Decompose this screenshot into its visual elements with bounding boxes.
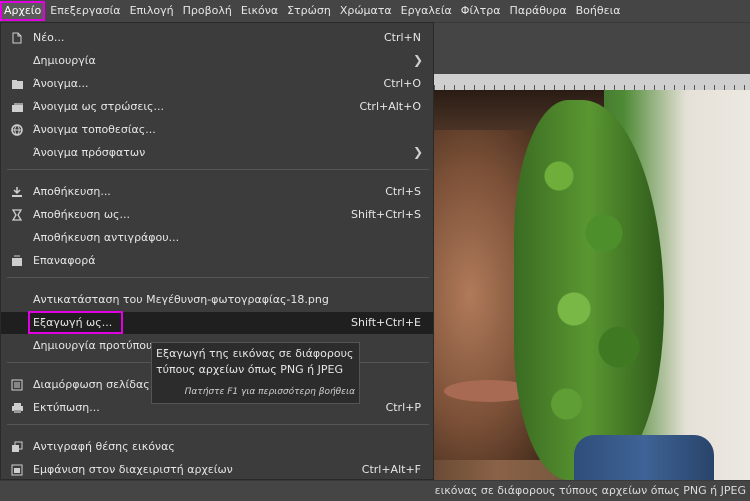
menu-item-shortcut: Ctrl+P xyxy=(385,401,421,414)
print-icon xyxy=(7,397,27,419)
menu-item-copy-location[interactable]: Αντιγραφή θέσης εικόνας xyxy=(1,436,433,458)
menu-item-label: Αποθήκευση αντιγράφου... xyxy=(33,231,180,244)
menu-windows[interactable]: Παράθυρα xyxy=(506,1,571,21)
submenu-arrow-icon: ❯ xyxy=(412,145,423,159)
horizontal-ruler[interactable] xyxy=(434,74,750,90)
file-manager-icon xyxy=(7,459,27,481)
menu-item-label: Άνοιγμα τοποθεσίας... xyxy=(33,123,156,136)
menu-item-shortcut: Shift+Ctrl+E xyxy=(351,316,421,329)
menu-item-label: Αποθήκευση ως... xyxy=(33,208,130,221)
menu-separator xyxy=(7,277,429,278)
export-tooltip: Εξαγωγή της εικόνας σε διάφορους τύπους … xyxy=(151,342,360,404)
menu-image[interactable]: Εικόνα xyxy=(237,1,282,21)
menu-item-shortcut: Ctrl+O xyxy=(383,77,421,90)
globe-icon xyxy=(7,119,27,141)
menu-separator xyxy=(7,169,429,170)
menu-item-shortcut: Shift+Ctrl+S xyxy=(351,208,421,221)
menu-item-label: Επαναφορά xyxy=(33,254,96,267)
menu-layer[interactable]: Στρώση xyxy=(283,1,335,21)
menu-item-save-copy[interactable]: Αποθήκευση αντιγράφου... xyxy=(1,227,433,249)
status-text: εικόνας σε διάφορους τύπους αρχείων όπως… xyxy=(434,484,746,497)
menu-item-overwrite[interactable]: Αντικατάσταση του Μεγέθυνση-φωτογραφίας-… xyxy=(1,289,433,311)
menu-help[interactable]: Βοήθεια xyxy=(572,1,625,21)
menu-item-label: Δημιουργία προτύπου xyxy=(33,339,153,352)
menu-item-save[interactable]: Αποθήκευση... Ctrl+S xyxy=(1,181,433,203)
copy-location-icon xyxy=(7,436,27,458)
menu-item-label: Αντικατάσταση του Μεγέθυνση-φωτογραφίας-… xyxy=(33,293,329,306)
open-icon xyxy=(7,73,27,95)
menu-item-label: Εξαγωγή ως... xyxy=(27,311,124,334)
menu-file[interactable]: Αρχείο xyxy=(0,1,46,21)
menu-item-revert[interactable]: Επαναφορά xyxy=(1,250,433,272)
page-setup-icon xyxy=(7,374,27,396)
menu-item-shortcut: Ctrl+Alt+F xyxy=(361,463,421,476)
menu-colors[interactable]: Χρώματα xyxy=(336,1,396,21)
image-canvas[interactable] xyxy=(434,90,750,482)
photo-shirt xyxy=(574,435,714,482)
save-icon xyxy=(7,181,27,203)
menu-item-show-in-file-manager[interactable]: Εμφάνιση στον διαχειριστή αρχείων Ctrl+A… xyxy=(1,459,433,481)
menu-item-label: Εκτύπωση... xyxy=(33,401,100,414)
menu-filters[interactable]: Φίλτρα xyxy=(457,1,505,21)
menu-item-shortcut: Ctrl+S xyxy=(385,185,421,198)
tooltip-help-hint: Πατήστε F1 για περισσότερη βοήθεια xyxy=(184,387,355,397)
menu-item-open-recent[interactable]: Άνοιγμα πρόσφατων ❯ xyxy=(1,142,433,164)
tooltip-line-2: τύπους αρχείων όπως PNG ή JPEG xyxy=(156,363,343,376)
open-as-layers-icon xyxy=(7,96,27,118)
menu-item-save-as[interactable]: Αποθήκευση ως... Shift+Ctrl+S xyxy=(1,204,433,226)
menu-item-label: Διαμόρφωση σελίδας... xyxy=(33,378,161,391)
file-menu-dropdown: Νέο... Ctrl+N Δημιουργία ❯ Άνοιγμα... Ct… xyxy=(0,22,434,480)
menu-item-new[interactable]: Νέο... Ctrl+N xyxy=(1,27,433,49)
menu-item-label: Άνοιγμα... xyxy=(33,77,89,90)
menu-view[interactable]: Προβολή xyxy=(179,1,236,21)
menu-item-label: Αντιγραφή θέσης εικόνας xyxy=(33,440,175,453)
photo-leaves xyxy=(514,100,664,480)
status-bar: εικόνας σε διάφορους τύπους αρχείων όπως… xyxy=(0,480,750,501)
menu-item-label: Εμφάνιση στον διαχειριστή αρχείων xyxy=(33,463,233,476)
menu-item-export-as[interactable]: Εξαγωγή ως... Shift+Ctrl+E xyxy=(1,311,433,334)
new-file-icon xyxy=(7,27,27,49)
save-as-icon xyxy=(7,204,27,226)
menu-item-label: Δημιουργία xyxy=(33,54,96,67)
menu-edit[interactable]: Επεξεργασία xyxy=(46,1,124,21)
menu-item-open-location[interactable]: Άνοιγμα τοποθεσίας... xyxy=(1,119,433,141)
menu-item-open-as-layers[interactable]: Άνοιγμα ως στρώσεις... Ctrl+Alt+O xyxy=(1,96,433,118)
menu-item-label: Νέο... xyxy=(33,31,65,44)
menu-item-open[interactable]: Άνοιγμα... Ctrl+O xyxy=(1,73,433,95)
menu-item-label: Άνοιγμα πρόσφατων xyxy=(33,146,146,159)
menu-select[interactable]: Επιλογή xyxy=(126,1,178,21)
menu-tools[interactable]: Εργαλεία xyxy=(397,1,456,21)
submenu-arrow-icon: ❯ xyxy=(412,53,423,67)
menu-item-label: Αποθήκευση... xyxy=(33,185,111,198)
menu-item-shortcut: Ctrl+Alt+O xyxy=(359,100,421,113)
menubar: Αρχείο Επεξεργασία Επιλογή Προβολή Εικόν… xyxy=(0,0,750,23)
menu-item-shortcut: Ctrl+N xyxy=(383,31,421,44)
menu-item-create[interactable]: Δημιουργία ❯ xyxy=(1,50,433,72)
revert-icon xyxy=(7,250,27,272)
menu-separator xyxy=(7,424,429,425)
tooltip-line-1: Εξαγωγή της εικόνας σε διάφορους xyxy=(156,347,354,360)
menu-item-label: Άνοιγμα ως στρώσεις... xyxy=(33,100,165,113)
